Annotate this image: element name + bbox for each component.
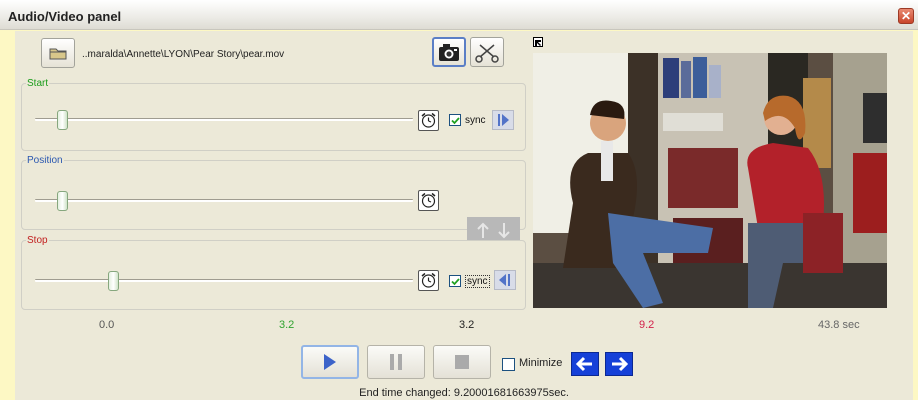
panel-body: ..maralda\Annette\LYON\Pear Story\pear.m… [15, 31, 913, 400]
pause-icon [390, 354, 402, 370]
scale-position-marker: 3.2 [459, 319, 475, 331]
window-title: Audio/Video panel [8, 9, 122, 24]
alarm-clock-icon [421, 192, 436, 208]
scissors-icon [475, 44, 499, 63]
scale-start-marker: 3.2 [279, 319, 295, 331]
stop-set-time-button[interactable] [418, 270, 439, 291]
open-file-button[interactable] [41, 38, 75, 68]
stop-sync-checkbox[interactable] [449, 275, 461, 287]
stop-slider-track[interactable] [35, 271, 413, 291]
stop-sync-label: sync [465, 275, 490, 288]
position-slider-track[interactable] [35, 191, 413, 211]
start-group-label: Start [26, 78, 50, 89]
start-sync-label: sync [465, 115, 486, 126]
start-set-time-button[interactable] [418, 110, 439, 131]
stop-group-label: Stop [26, 235, 49, 246]
position-group: Position [21, 155, 526, 230]
stop-button[interactable] [433, 345, 491, 379]
previous-button[interactable] [571, 352, 599, 376]
start-slider-track[interactable] [35, 110, 413, 130]
checkmark-icon [451, 278, 460, 286]
arrow-right-icon [612, 356, 629, 372]
next-button[interactable] [605, 352, 633, 376]
title-bar: Audio/Video panel ✕ [0, 0, 918, 30]
start-sync-checkbox[interactable] [449, 114, 461, 126]
minimize-label: Minimize [519, 357, 563, 369]
play-button[interactable] [301, 345, 359, 379]
pause-button[interactable] [367, 345, 425, 379]
stop-icon [455, 355, 469, 369]
alarm-clock-icon [421, 272, 436, 288]
step-back-icon [499, 274, 510, 286]
scale-stop-marker: 9.2 [639, 319, 655, 331]
stop-slider-thumb[interactable] [108, 271, 119, 291]
snapshot-button[interactable] [432, 37, 466, 67]
minimize-checkbox[interactable] [502, 358, 515, 371]
scale-start-time: 0.0 [99, 319, 115, 331]
start-slider-thumb[interactable] [57, 110, 68, 130]
stop-group: Stop sync [21, 235, 526, 310]
arrow-left-icon [575, 356, 592, 372]
step-forward-icon [498, 114, 509, 126]
folder-icon [49, 48, 67, 60]
position-set-time-button[interactable] [418, 190, 439, 211]
position-group-label: Position [26, 155, 64, 166]
video-image [533, 53, 887, 308]
position-slider-thumb[interactable] [57, 191, 68, 211]
video-frame [533, 53, 887, 308]
video-resize-handle[interactable] [533, 37, 543, 47]
start-step-button[interactable] [492, 110, 514, 130]
start-group: Start sync [21, 78, 526, 151]
resize-arrow-icon [535, 40, 541, 46]
play-icon [324, 354, 336, 370]
status-message: End time changed: 9.20001681663975sec. [359, 387, 569, 399]
scale-duration: 43.8 sec [818, 319, 860, 331]
alarm-clock-icon [421, 112, 436, 128]
stop-step-button[interactable] [494, 270, 516, 290]
file-path: ..maralda\Annette\LYON\Pear Story\pear.m… [82, 49, 285, 60]
checkmark-icon [451, 117, 460, 125]
cut-button[interactable] [470, 37, 504, 67]
audio-video-panel-window: Audio/Video panel ✕ ..maralda\Annette\LY… [0, 0, 918, 400]
close-button[interactable]: ✕ [898, 8, 914, 24]
camera-icon [439, 44, 459, 61]
